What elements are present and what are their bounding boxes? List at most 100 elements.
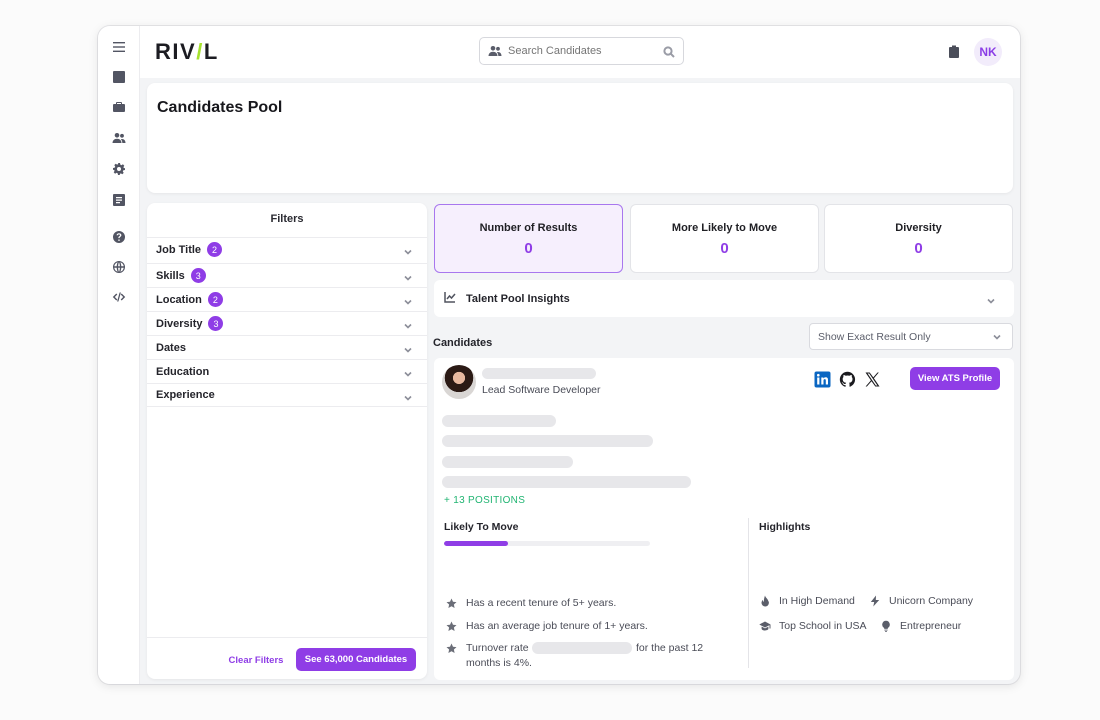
more-positions-link[interactable]: + 13 POSITIONS (444, 495, 525, 506)
filter-label: Diversity (156, 317, 203, 330)
filter-count-badge: 3 (190, 268, 206, 283)
clear-filters-button[interactable]: Clear Filters (224, 649, 288, 671)
highlight-text: Unicorn Company (889, 595, 974, 607)
filter-dates[interactable]: Dates (147, 335, 427, 359)
filter-diversity[interactable]: Diversity 3 (147, 311, 427, 335)
stat-more-likely-to-move[interactable]: More Likely to Move 0 (630, 204, 819, 273)
gear-icon[interactable] (111, 161, 127, 177)
column-divider (748, 518, 749, 668)
dashboard-icon[interactable] (111, 69, 127, 85)
candidate-role: Lead Software Developer (482, 384, 601, 396)
likely-to-move-progress-fill (444, 541, 508, 546)
likely-to-move-title: Likely To Move (444, 521, 519, 533)
highlight-item: Entrepreneur (880, 620, 961, 632)
lightbulb-icon (880, 620, 892, 632)
filter-label: Education (156, 365, 210, 378)
text-placeholder (442, 435, 653, 447)
filter-label: Skills (156, 269, 185, 282)
top-bar: RIV/L NK (140, 26, 1020, 78)
highlight-item: In High Demand (759, 595, 855, 607)
github-icon[interactable] (839, 371, 856, 388)
reason-text: Has a recent tenure of 5+ years. (466, 597, 617, 609)
filter-label: Experience (156, 389, 215, 401)
filters-title: Filters (270, 213, 304, 225)
page-header-card: Candidates Pool (147, 83, 1013, 193)
redacted-placeholder (532, 642, 632, 654)
insights-label: Talent Pool Insights (466, 292, 570, 305)
logo-text: RIV (155, 39, 197, 64)
chevron-down-icon (986, 293, 996, 311)
highlight-item: Top School in USA (759, 620, 867, 632)
filter-job-title[interactable]: Job Title 2 (147, 237, 427, 261)
chevron-down-icon (403, 318, 413, 329)
candidate-card: Lead Software Developer View ATS Profile… (434, 358, 1014, 680)
star-icon (446, 621, 457, 632)
chevron-down-icon (403, 342, 413, 353)
page-title: Candidates Pool (157, 99, 283, 116)
highlight-text: Entrepreneur (900, 620, 962, 632)
exact-select-value: Show Exact Result Only (818, 330, 931, 343)
filter-experience[interactable]: Experience (147, 383, 427, 407)
candidate-name-placeholder (482, 368, 596, 379)
logo-slash: / (196, 39, 204, 64)
talent-pool-insights-accordion[interactable]: Talent Pool Insights (434, 280, 1014, 317)
reason-item: Turnover rate (446, 642, 529, 654)
filter-skills[interactable]: Skills 3 (147, 263, 427, 287)
briefcase-icon[interactable] (111, 99, 127, 115)
stat-value: 0 (720, 240, 729, 257)
reason-item: Has an average job tenure of 1+ years. (446, 620, 648, 632)
search-box[interactable] (479, 37, 684, 65)
lightning-icon (869, 595, 881, 607)
highlight-item: Unicorn Company (869, 595, 973, 607)
star-icon (446, 598, 457, 609)
text-placeholder (442, 476, 691, 488)
highlights-title: Highlights (759, 521, 811, 533)
linkedin-icon[interactable] (814, 371, 831, 388)
filters-panel: Filters Job Title 2 Skills 3 Location 2 … (147, 203, 427, 679)
stat-number-of-results[interactable]: Number of Results 0 (434, 204, 623, 273)
search-icon[interactable] (663, 45, 675, 58)
exact-result-select[interactable]: Show Exact Result Only (809, 323, 1013, 350)
rival-logo[interactable]: RIV/L (155, 39, 219, 65)
filter-location[interactable]: Location 2 (147, 287, 427, 311)
reason-text-continued: months is 4%. (466, 657, 532, 669)
stat-value: 0 (914, 240, 923, 257)
graduation-cap-icon (759, 620, 771, 632)
search-input[interactable] (508, 45, 663, 57)
filter-label: Dates (156, 341, 186, 354)
view-ats-profile-button[interactable]: View ATS Profile (910, 367, 1000, 390)
filter-label: Location (156, 293, 202, 306)
candidates-label: Candidates (433, 337, 493, 349)
sidebar (98, 26, 140, 684)
stat-label: Number of Results (479, 222, 578, 234)
stat-label: Diversity (895, 222, 942, 234)
candidate-photo[interactable] (442, 365, 476, 399)
users-icon[interactable] (111, 130, 127, 146)
highlight-text: In High Demand (779, 595, 855, 607)
code-icon[interactable] (111, 289, 127, 305)
menu-icon[interactable] (111, 39, 127, 55)
chevron-down-icon (403, 270, 413, 281)
text-placeholder (442, 415, 556, 427)
see-candidates-button[interactable]: See 63,000 Candidates (296, 648, 416, 671)
star-icon (446, 643, 457, 654)
help-icon[interactable] (111, 229, 127, 245)
reason-text: Has an average job tenure of 1+ years. (466, 620, 648, 632)
reason-text: Turnover rate (466, 642, 529, 654)
reason-item: Has a recent tenure of 5+ years. (446, 597, 616, 609)
filter-education[interactable]: Education (147, 359, 427, 383)
document-icon[interactable] (111, 192, 127, 208)
globe-icon[interactable] (111, 259, 127, 275)
logo-end: L (203, 39, 219, 64)
chevron-down-icon (403, 244, 413, 255)
reason-text-continued: for the past 12 (636, 642, 704, 654)
user-avatar[interactable]: NK (974, 38, 1002, 66)
chevron-down-icon (992, 332, 1002, 345)
clipboard-icon[interactable] (948, 45, 960, 58)
text-placeholder (442, 456, 573, 468)
stat-diversity[interactable]: Diversity 0 (824, 204, 1013, 273)
x-twitter-icon[interactable] (864, 371, 881, 388)
chevron-down-icon (403, 366, 413, 377)
filter-count-badge: 2 (207, 242, 223, 257)
line-chart-icon (444, 290, 456, 308)
